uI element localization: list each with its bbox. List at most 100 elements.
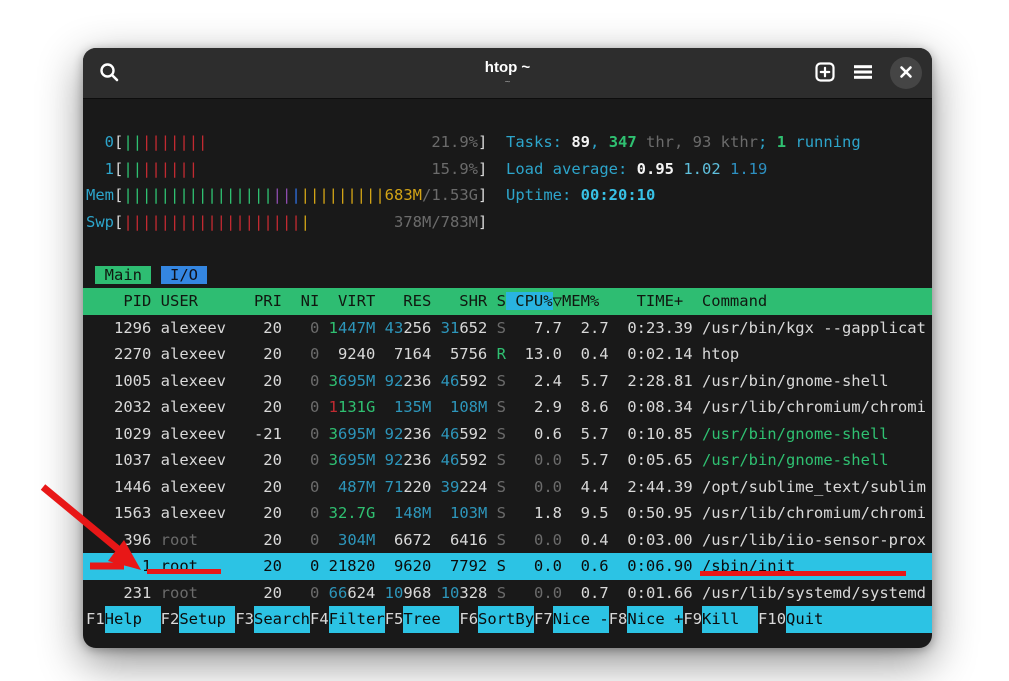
menu-button[interactable] xyxy=(852,61,874,86)
text-segment: 66 xyxy=(329,584,348,602)
fkey-label-filter[interactable]: Filter xyxy=(329,606,385,633)
text-segment: 92 xyxy=(385,425,404,443)
text-segment xyxy=(375,584,384,602)
text-segment xyxy=(319,531,338,549)
text-segment: 3 xyxy=(329,372,338,390)
process-row-1029[interactable]: 1029 alexeev -21 0 3695M 92236 46592 S 0… xyxy=(83,421,932,448)
fkey-f3[interactable]: F3 xyxy=(235,606,254,633)
process-row-1005[interactable]: 1005 alexeev 20 0 3695M 92236 46592 S 2.… xyxy=(83,368,932,395)
process-row-396[interactable]: 396 root 20 0 304M 6672 6416 S 0.0 0.4 0… xyxy=(83,527,932,554)
fkey-f7[interactable]: F7 xyxy=(534,606,553,633)
text-segment xyxy=(375,398,394,416)
new-tab-button[interactable] xyxy=(814,61,836,86)
text-segment: 0 xyxy=(105,133,114,151)
text-segment: 695M xyxy=(338,451,375,469)
text-segment: 304M xyxy=(338,531,375,549)
fkey-label-nice-[interactable]: Nice - xyxy=(553,606,609,633)
process-row-2270[interactable]: 2270 alexeev 20 0 9240 7164 5756 R 13.0 … xyxy=(83,341,932,368)
text-segment: 683M xyxy=(385,186,422,204)
fkey-label-setup[interactable]: Setup xyxy=(179,606,235,633)
process-row-2032[interactable]: 2032 alexeev 20 0 1131G 135M 108M S 2.9 … xyxy=(83,394,932,421)
fkey-label-kill[interactable]: Kill xyxy=(702,606,758,633)
text-segment: 0 xyxy=(282,425,319,443)
table-header[interactable]: PID USER PRI NI VIRT RES SHR S CPU%▽MEM%… xyxy=(83,288,932,315)
text-segment: ] xyxy=(478,213,487,231)
text-segment: /usr/lib/chromium/chromi xyxy=(702,398,926,416)
text-segment: 1296 alexeev 20 xyxy=(86,319,282,337)
text-segment: 347 xyxy=(609,133,637,151)
process-row-1563[interactable]: 1563 alexeev 20 0 32.7G 148M 103M S 1.8 … xyxy=(83,500,932,527)
text-segment xyxy=(431,372,440,390)
text-segment xyxy=(375,319,384,337)
text-segment: 4.4 2:44.39 xyxy=(562,478,702,496)
fkey-f4[interactable]: F4 xyxy=(310,606,329,633)
process-row-1446[interactable]: 1446 alexeev 20 0 487M 71220 39224 S 0.0… xyxy=(83,474,932,501)
text-segment: thr, 93 kthr xyxy=(637,133,758,151)
text-segment: 256 xyxy=(403,319,431,337)
blank-line xyxy=(83,235,932,262)
process-row-1[interactable]: 1 root 20 0 21820 9620 7792 S 0.0 0.6 0:… xyxy=(83,553,932,580)
text-segment: /usr/lib/iio-sensor-prox xyxy=(702,531,926,549)
text-segment: 1 xyxy=(105,160,114,178)
text-segment: ▽MEM% TIME+ Command xyxy=(553,292,932,310)
fkey-label-tree[interactable]: Tree xyxy=(403,606,459,633)
cpu1-meter: 1[|||||||| 15.9%] Load average: 0.95 1.0… xyxy=(83,156,932,183)
text-segment: 1.02 xyxy=(683,160,730,178)
process-row-1037[interactable]: 1037 alexeev 20 0 3695M 92236 46592 S 0.… xyxy=(83,447,932,474)
text-segment xyxy=(319,372,328,390)
text-segment: /1.53G xyxy=(422,186,478,204)
text-segment: 0.7 0:01.66 xyxy=(562,584,702,602)
process-row-231[interactable]: 231 root 20 0 66624 10968 10328 S 0.0 0.… xyxy=(83,580,932,607)
text-segment: 968 xyxy=(403,584,431,602)
text-segment: | xyxy=(301,213,310,231)
text-segment: 103M xyxy=(450,504,487,522)
text-segment: 108M xyxy=(450,398,487,416)
fkey-f6[interactable]: F6 xyxy=(459,606,478,633)
text-segment xyxy=(319,425,328,443)
fkey-label-quit[interactable]: Quit xyxy=(786,606,932,633)
text-segment: /usr/lib/systemd/systemd xyxy=(702,584,926,602)
text-segment xyxy=(431,398,450,416)
text-segment: 0 xyxy=(282,531,319,549)
text-segment: 43 xyxy=(385,319,404,337)
text-segment: 31 xyxy=(441,319,460,337)
text-segment xyxy=(487,160,506,178)
text-segment: 1005 alexeev 20 xyxy=(86,372,282,390)
fkey-f10[interactable]: F10 xyxy=(758,606,786,633)
fkey-label-search[interactable]: Search xyxy=(254,606,310,633)
fkey-f2[interactable]: F2 xyxy=(161,606,180,633)
fkey-label-sortby[interactable]: SortBy xyxy=(478,606,534,633)
text-segment xyxy=(207,133,431,151)
fkey-f5[interactable]: F5 xyxy=(385,606,404,633)
function-key-bar: F1Help F2Setup F3SearchF4FilterF5Tree F6… xyxy=(83,606,932,633)
close-icon xyxy=(899,65,913,82)
fkey-f8[interactable]: F8 xyxy=(609,606,628,633)
text-segment: 10 xyxy=(441,584,460,602)
text-segment: 0 xyxy=(282,504,319,522)
text-segment: Uptime: xyxy=(506,186,581,204)
text-segment: Tasks: xyxy=(506,133,571,151)
text-segment: 20 xyxy=(245,531,282,549)
text-segment: 00:20:10 xyxy=(581,186,656,204)
fkey-f9[interactable]: F9 xyxy=(683,606,702,633)
text-segment: ] xyxy=(478,133,487,151)
text-segment: 1037 alexeev 20 xyxy=(86,451,282,469)
text-segment: 5.7 0:05.65 xyxy=(562,451,702,469)
fkey-f1[interactable]: F1 xyxy=(86,606,105,633)
fkey-label-nice-[interactable]: Nice + xyxy=(627,606,683,633)
text-segment xyxy=(375,372,384,390)
fkey-label-help[interactable]: Help xyxy=(105,606,161,633)
text-segment xyxy=(375,478,384,496)
tab-main[interactable]: Main xyxy=(95,266,151,284)
text-segment: 0 xyxy=(282,398,319,416)
text-segment: /usr/lib/chromium/chromi xyxy=(702,504,926,522)
terminal-window: htop ~ ~ xyxy=(83,48,932,648)
text-segment: S xyxy=(487,451,506,469)
close-button[interactable] xyxy=(890,57,922,89)
process-row-1296[interactable]: 1296 alexeev 20 0 1447M 43256 31652 S 7.… xyxy=(83,315,932,342)
tab-io[interactable]: I/O xyxy=(161,266,208,284)
text-segment: 0 xyxy=(282,372,319,390)
text-segment: root xyxy=(161,531,245,549)
search-button[interactable] xyxy=(97,60,121,87)
text-segment: /usr/bin/gnome-shell xyxy=(702,451,889,469)
